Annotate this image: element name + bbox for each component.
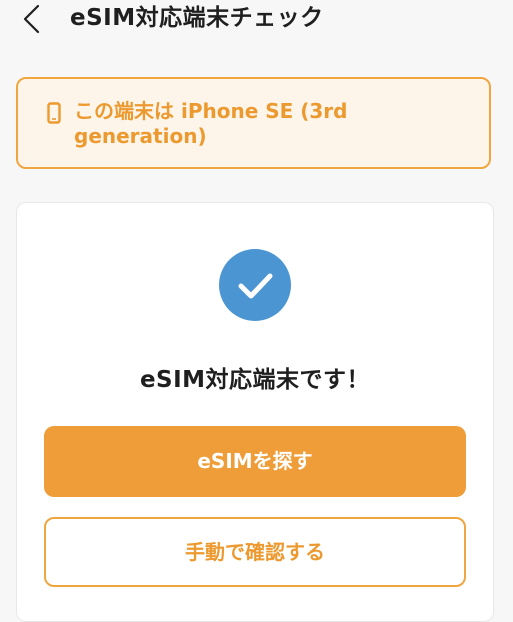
- manual-check-button[interactable]: 手動で確認する: [44, 517, 466, 587]
- compatibility-result-text: eSIM対応端末です！: [139, 367, 371, 393]
- result-card: eSIM対応端末です！ eSIMを探す 手動で確認する: [16, 202, 494, 622]
- chevron-left-icon: [23, 4, 40, 34]
- device-info-banner: この端末は iPhone SE (3rd generation): [16, 77, 491, 169]
- device-name-text: この端末は iPhone SE (3rd generation): [74, 99, 348, 148]
- page-title: eSIM対応端末チェック: [70, 5, 324, 31]
- app-header: eSIM対応端末チェック: [0, 0, 513, 44]
- find-esim-button[interactable]: eSIMを探す: [44, 426, 466, 497]
- smartphone-icon: [47, 102, 61, 124]
- back-button[interactable]: [18, 2, 48, 36]
- check-circle-icon: [219, 249, 291, 321]
